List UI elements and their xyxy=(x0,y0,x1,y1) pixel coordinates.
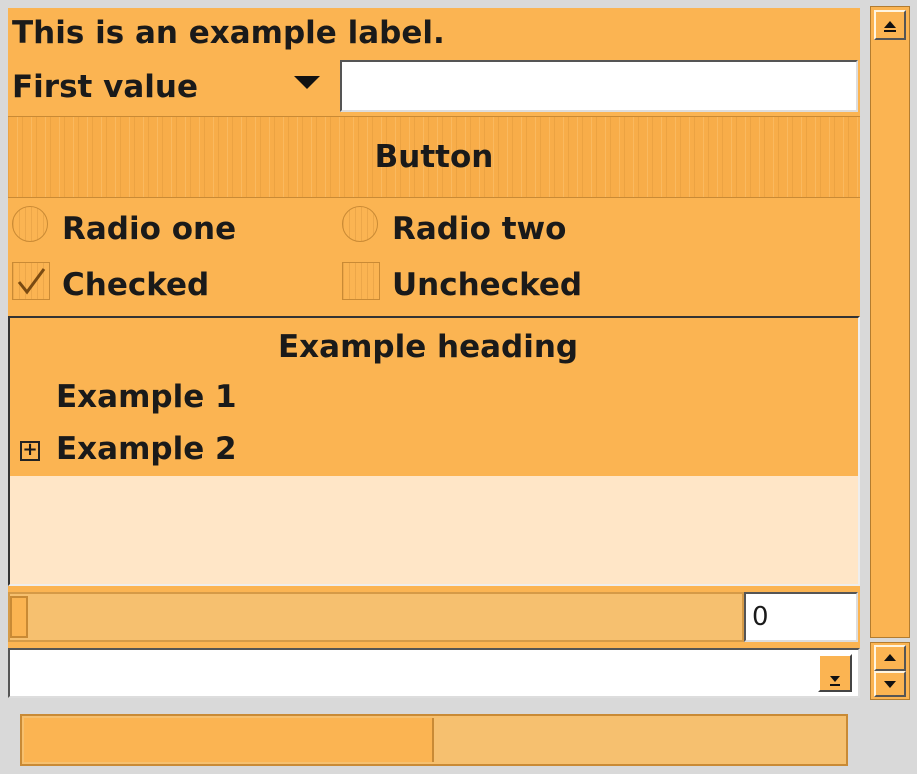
triangle-down-icon[interactable] xyxy=(294,76,320,89)
arrow-down-icon xyxy=(884,681,896,688)
radio-one-indicator[interactable] xyxy=(12,206,48,242)
example-button[interactable]: Button xyxy=(8,116,860,198)
button-label: Button xyxy=(374,138,494,175)
checkbox-unchecked-label[interactable]: Unchecked xyxy=(392,270,582,301)
progress-bar-fill xyxy=(24,718,434,762)
slider-handle[interactable] xyxy=(10,596,28,638)
combo-box-value[interactable]: First value xyxy=(12,72,198,103)
checkmark-icon xyxy=(17,268,46,295)
text-entry[interactable] xyxy=(340,60,858,112)
slider-trough[interactable] xyxy=(8,592,744,642)
slider-value-text: 0 xyxy=(752,602,769,632)
slider-value-field[interactable]: 0 xyxy=(744,592,858,642)
tree-row[interactable]: Example 2 xyxy=(56,434,237,465)
arrow-up-icon xyxy=(884,21,896,32)
checkbox-checked[interactable] xyxy=(12,262,50,300)
checkbox-checked-label[interactable]: Checked xyxy=(62,270,209,301)
plus-box-icon[interactable]: + xyxy=(20,441,40,461)
radio-two-indicator[interactable] xyxy=(342,206,378,242)
arrow-down-icon xyxy=(830,676,840,686)
tree-column-heading[interactable]: Example heading xyxy=(278,332,578,363)
combo-entry-field[interactable] xyxy=(8,648,860,698)
checkbox-unchecked[interactable] xyxy=(342,262,380,300)
example-label: This is an example label. xyxy=(12,15,445,51)
tree-row[interactable]: Example 1 xyxy=(56,382,237,413)
scroll-up-button[interactable] xyxy=(874,10,906,40)
radio-one-label[interactable]: Radio one xyxy=(62,214,236,245)
spin-up-button[interactable] xyxy=(874,645,906,671)
spin-down-button[interactable] xyxy=(874,671,906,697)
arrow-up-icon xyxy=(884,654,896,661)
vertical-scrollbar[interactable] xyxy=(870,6,910,638)
radio-two-label[interactable]: Radio two xyxy=(392,214,566,245)
combo-entry-dropdown-button[interactable] xyxy=(818,654,852,692)
